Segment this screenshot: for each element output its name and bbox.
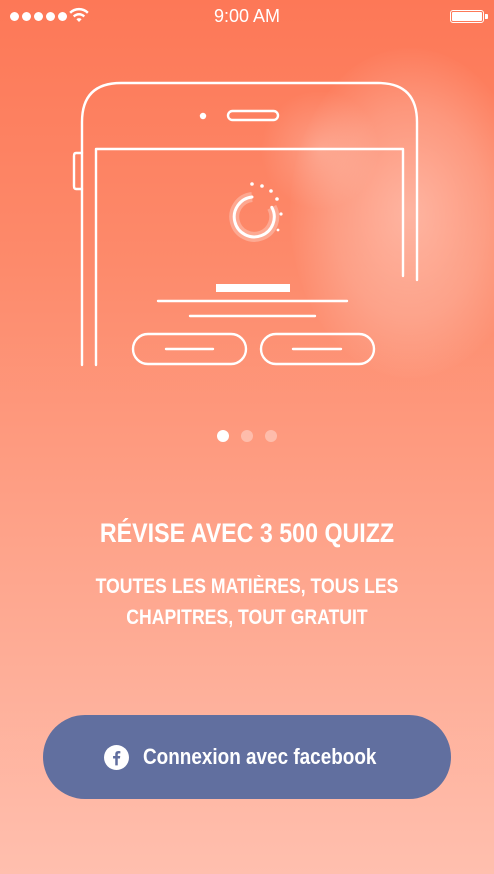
phone-loading-illustration	[72, 81, 419, 367]
onboarding-screen: 9:00 AM RÉVISE AVEC 3 500 QUIZZ TOUTES L…	[0, 0, 494, 874]
page-indicator	[0, 430, 494, 442]
facebook-login-label: Connexion avec facebook	[142, 744, 377, 769]
facebook-icon	[103, 744, 129, 770]
subtitle-line-2: CHAPITRES, TOUT GRATUIT	[126, 606, 368, 629]
onboarding-headline: RÉVISE AVEC 3 500 QUIZZ	[99, 518, 395, 548]
page-dot-2[interactable]	[241, 430, 253, 442]
subtitle-line-1: TOUTES LES MATIÈRES, TOUS LES	[95, 575, 399, 598]
onboarding-subtitle: TOUTES LES MATIÈRES, TOUS LES CHAPITRES,…	[73, 571, 421, 633]
facebook-login-button[interactable]: Connexion avec facebook	[43, 715, 451, 799]
page-dot-3[interactable]	[265, 430, 277, 442]
page-dot-1[interactable]	[217, 430, 229, 442]
